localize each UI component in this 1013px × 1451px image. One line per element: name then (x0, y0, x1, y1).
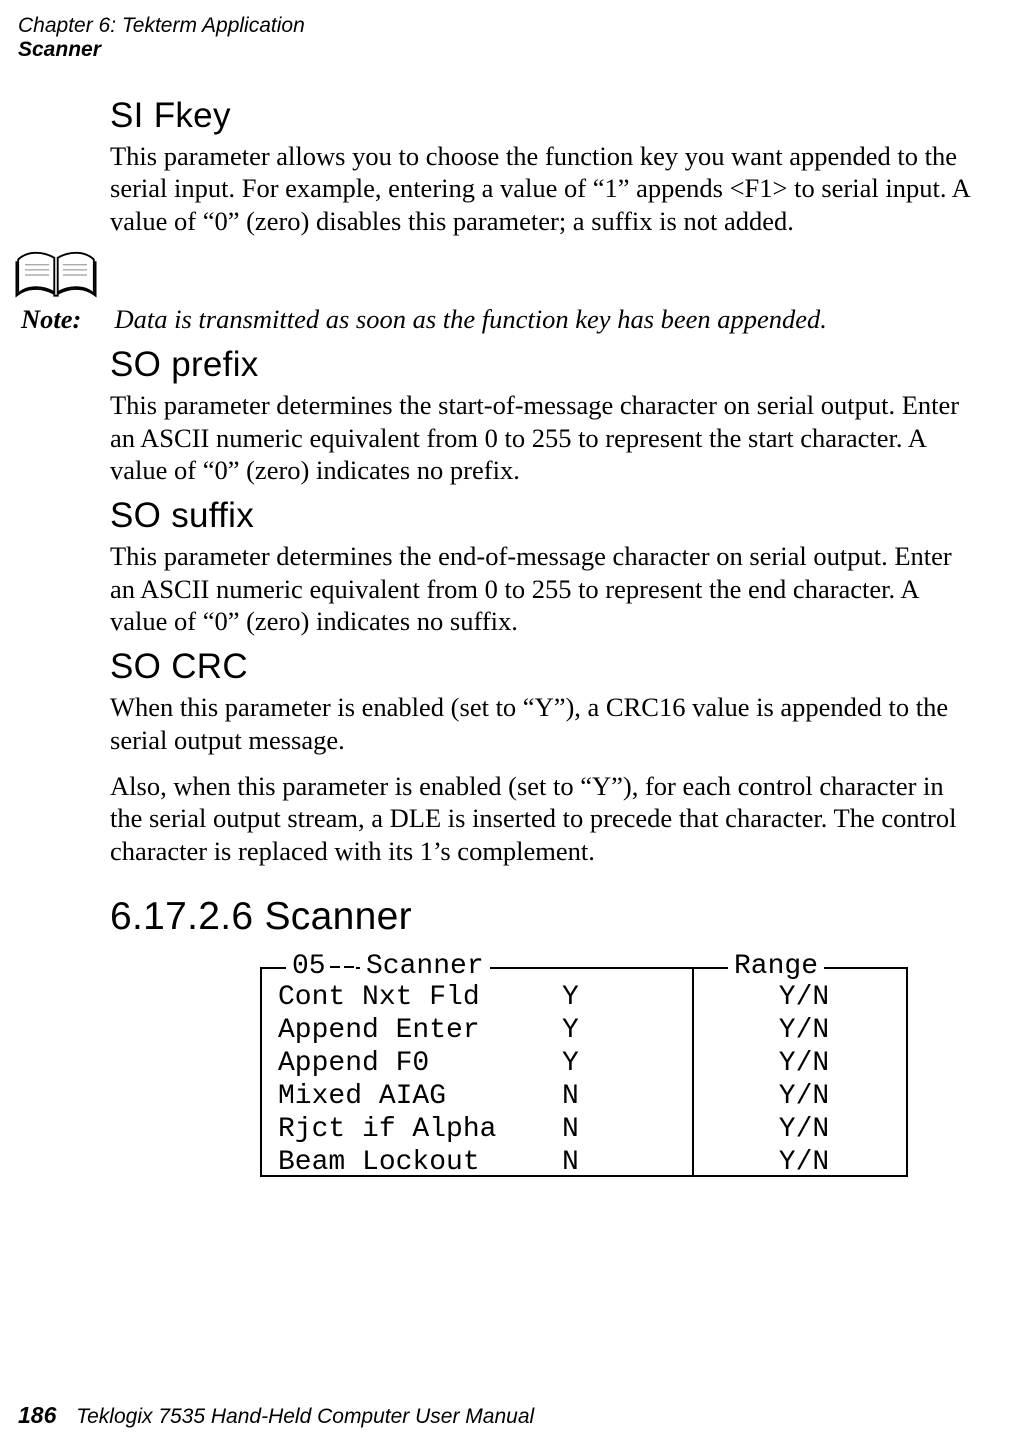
table-row: Mixed AIAG N Y/N (278, 1081, 908, 1114)
diagram-dash (330, 966, 356, 970)
param-range: Y/N (694, 1083, 884, 1111)
diagram-legend-title: Scanner (360, 952, 490, 982)
body-si-fkey: This parameter allows you to choose the … (110, 140, 980, 237)
running-header: Chapter 6: Tekterm Application Scanner (18, 14, 305, 62)
table-row: Append Enter Y Y/N (278, 1015, 908, 1048)
section-line: Scanner (18, 38, 305, 62)
page-number: 186 (18, 1402, 70, 1428)
heading-so-prefix: SO prefix (110, 345, 980, 385)
param-range: Y/N (694, 1050, 884, 1078)
body-so-prefix: This parameter determines the start-of-m… (110, 389, 980, 486)
param-value: N (562, 1149, 694, 1177)
table-row: Beam Lockout N Y/N (278, 1147, 908, 1180)
param-value: Y (562, 1017, 694, 1045)
param-value: Y (562, 1050, 694, 1078)
param-range: Y/N (694, 1017, 884, 1045)
heading-so-suffix: SO suffix (110, 496, 980, 536)
page-footer: 186 Teklogix 7535 Hand-Held Computer Use… (18, 1402, 534, 1429)
chapter-line: Chapter 6: Tekterm Application (18, 14, 305, 37)
param-value: N (562, 1083, 694, 1111)
note-message: Data is transmitted as soon as the funct… (114, 304, 826, 334)
heading-so-crc: SO CRC (110, 647, 980, 687)
footer-title: Teklogix 7535 Hand-Held Computer User Ma… (76, 1405, 534, 1428)
param-name: Beam Lockout (278, 1149, 562, 1177)
note-label: Note: (21, 304, 81, 334)
param-name: Append F0 (278, 1050, 562, 1078)
param-value: N (562, 1116, 694, 1144)
table-row: Rjct if Alpha N Y/N (278, 1114, 908, 1147)
table-row: Append F0 Y Y/N (278, 1048, 908, 1081)
param-name: Mixed AIAG (278, 1083, 562, 1111)
param-name: Append Enter (278, 1017, 562, 1045)
param-name: Cont Nxt Fld (278, 984, 562, 1012)
scanner-diagram: 05 Scanner Range Cont Nxt Fld Y Y/N Appe… (260, 947, 920, 1187)
diagram-legend-num: 05 (286, 952, 332, 982)
heading-si-fkey: SI Fkey (110, 96, 980, 136)
note-text: Note: Data is transmitted as soon as the… (13, 303, 891, 335)
body-so-crc-1: When this parameter is enabled (set to “… (110, 691, 980, 756)
heading-scanner-section: 6.17.2.6 Scanner (110, 895, 980, 939)
body-so-crc-2: Also, when this parameter is enabled (se… (110, 770, 980, 867)
param-range: Y/N (694, 984, 884, 1012)
table-row: Cont Nxt Fld Y Y/N (278, 982, 908, 1015)
param-range: Y/N (694, 1149, 884, 1177)
param-value: Y (562, 984, 694, 1012)
diagram-legend-range: Range (728, 952, 824, 982)
open-book-icon (13, 247, 99, 303)
param-name: Rjct if Alpha (278, 1116, 562, 1144)
note-block: Note: Data is transmitted as soon as the… (13, 247, 980, 335)
param-range: Y/N (694, 1116, 884, 1144)
body-so-suffix: This parameter determines the end-of-mes… (110, 540, 980, 637)
